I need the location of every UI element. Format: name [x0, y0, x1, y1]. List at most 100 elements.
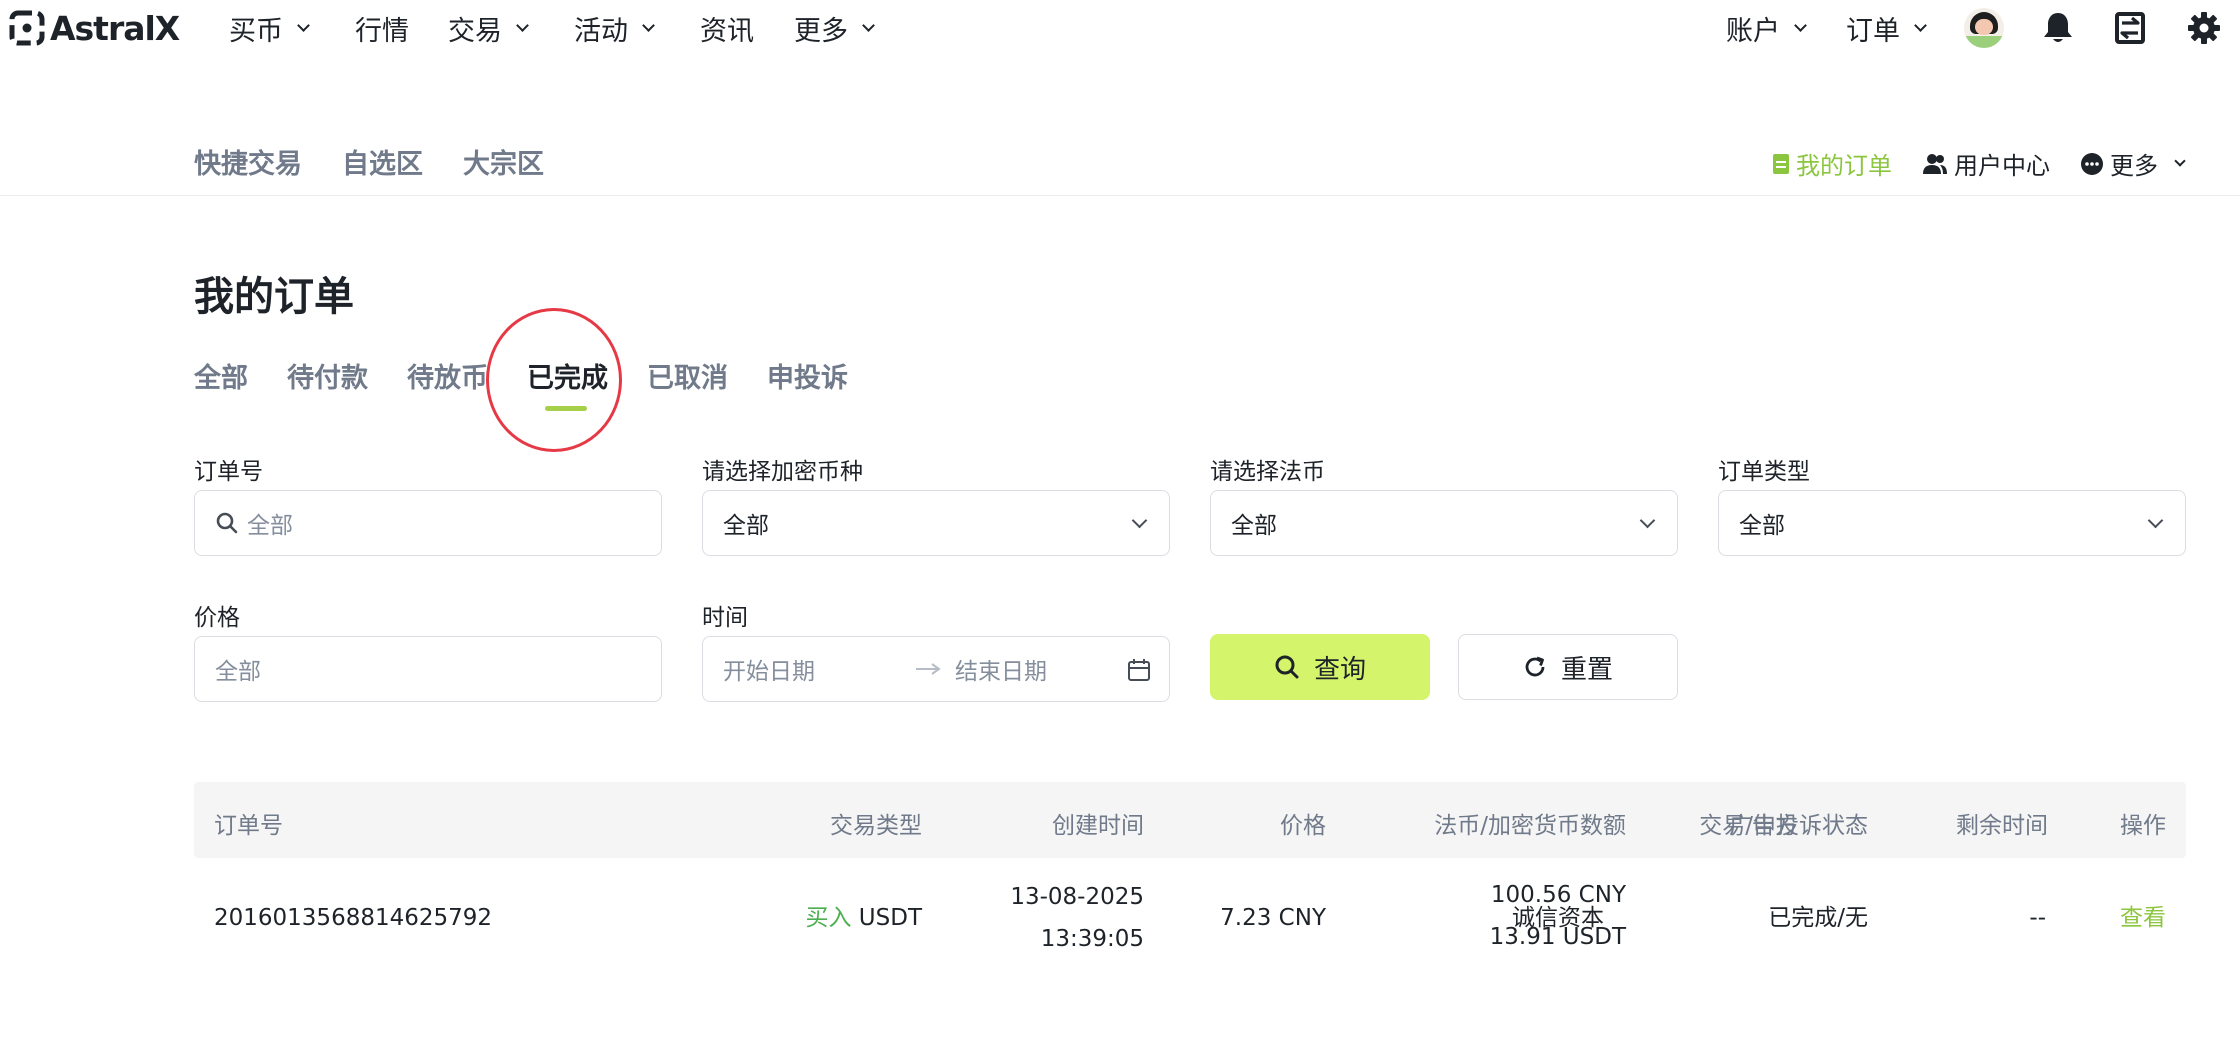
fiat-select[interactable]: 全部: [1210, 490, 1678, 556]
nav-label: 更多: [794, 15, 848, 47]
subnav-user-center[interactable]: 用户中心: [1922, 146, 2050, 181]
settings-button[interactable]: [2182, 6, 2226, 50]
table-row: 2016013568814625792 买入 USDT 13-08-2025 1…: [194, 858, 2186, 978]
trade-type-cell: 买入 USDT: [805, 897, 922, 939]
nav-label: 交易: [448, 15, 502, 47]
fiat-label: 请选择法币: [1210, 459, 1325, 485]
chevron-down-icon: [2147, 512, 2164, 529]
subnav-my-orders-label: 我的订单: [1796, 152, 1892, 180]
nav-buy-crypto[interactable]: 买币: [229, 10, 310, 47]
tab-all[interactable]: 全部: [194, 356, 248, 395]
chevron-down-icon: [1639, 512, 1656, 529]
tab-cancelled[interactable]: 已取消: [647, 356, 728, 395]
bell-icon: [2044, 13, 2072, 42]
status-cell: 已完成/无: [1768, 905, 1868, 931]
col-price: 价格: [1280, 813, 1326, 839]
chevron-down-icon: [2174, 155, 2186, 167]
side-label: 买入: [805, 905, 852, 931]
refresh-icon: [1525, 656, 1545, 677]
order-type-label: 订单类型: [1718, 459, 1810, 485]
tab-completed[interactable]: 已完成: [527, 356, 608, 395]
sub-navbar: 快捷交易 自选区 大宗区 我的订单 用户中心 更多: [0, 132, 2240, 196]
view-order-link[interactable]: 查看: [2120, 897, 2166, 939]
order-no-cell: 2016013568814625792: [214, 905, 493, 931]
nav-label: 活动: [574, 15, 628, 47]
col-action: 操作: [2120, 813, 2166, 839]
arrow-right-icon: [916, 663, 941, 675]
created-date-cell: 13-08-2025: [1010, 884, 1144, 910]
col-status: 交易/申投诉状态: [1699, 813, 1868, 839]
avatar-button[interactable]: [1962, 6, 2006, 50]
fiat-select-value: 全部: [1231, 513, 1277, 539]
calendar-icon: [1128, 659, 1150, 681]
date-range-picker[interactable]: 开始日期 结束日期: [702, 636, 1170, 702]
top-navbar: AstralX 买币 行情 交易 活动 资讯 更多 账户 订单: [0, 0, 2240, 56]
chevron-down-icon: [862, 18, 875, 32]
order-status-tabs: 全部 待付款 待放币 已完成 已取消 申投诉: [194, 356, 1094, 412]
created-time-cell: 13:39:05: [1040, 926, 1144, 952]
order-no-input[interactable]: 全部: [194, 490, 662, 556]
table-header: 订单号 交易类型 创建时间 价格 法币/加密货币数额 广告方 交易/申投诉状态 …: [194, 782, 2186, 858]
subnav-more[interactable]: 更多: [2080, 146, 2186, 181]
nav-account[interactable]: 账户: [1726, 10, 1807, 47]
subnav-block-trade[interactable]: 大宗区: [463, 142, 544, 181]
subnav-watchlist[interactable]: 自选区: [342, 142, 423, 181]
query-button-label: 查询: [1313, 654, 1366, 685]
chevron-down-icon: [1131, 512, 1148, 529]
col-trade-type: 交易类型: [830, 813, 922, 839]
order-no-label: 订单号: [194, 459, 263, 485]
avatar: [1964, 8, 2004, 48]
subnav-user-center-label: 用户中心: [1954, 152, 2050, 180]
subnav-my-orders[interactable]: 我的订单: [1772, 146, 1892, 181]
tab-pending-payment[interactable]: 待付款: [287, 356, 368, 395]
nav-news[interactable]: 资讯: [700, 10, 754, 47]
nav-markets[interactable]: 行情: [355, 10, 409, 47]
col-created-time: 创建时间: [1052, 813, 1144, 839]
col-amount: 法币/加密货币数额: [1434, 813, 1626, 839]
search-icon: [216, 512, 238, 534]
active-tab-indicator: [545, 406, 587, 411]
logo[interactable]: AstralX: [8, 8, 180, 48]
page-title: 我的订单: [194, 274, 354, 320]
query-button[interactable]: 查询: [1210, 634, 1430, 700]
nav-label: 行情: [355, 15, 409, 47]
price-input[interactable]: 全部: [194, 636, 662, 702]
tab-pending-release[interactable]: 待放币: [407, 356, 488, 395]
order-no-placeholder: 全部: [247, 513, 293, 539]
end-date-input[interactable]: 结束日期: [955, 652, 1047, 686]
order-type-select-value: 全部: [1739, 513, 1785, 539]
nav-activities[interactable]: 活动: [574, 10, 655, 47]
brand-name: AstralX: [50, 8, 180, 48]
crypto-select[interactable]: 全部: [702, 490, 1170, 556]
subnav-more-label: 更多: [2110, 152, 2158, 180]
asset-label: USDT: [858, 905, 922, 931]
nav-orders[interactable]: 订单: [1846, 10, 1927, 47]
nav-label: 资讯: [700, 15, 754, 47]
more-dots-icon: [2081, 152, 2103, 175]
deposit-icon: [2115, 12, 2145, 44]
deposit-button[interactable]: [2108, 6, 2152, 50]
advertiser-cell[interactable]: 诚信资本: [1512, 897, 1604, 939]
col-remaining: 剩余时间: [1956, 813, 2048, 839]
logo-icon: [9, 10, 45, 46]
search-icon: [1275, 655, 1299, 679]
chevron-down-icon: [642, 18, 655, 32]
time-label: 时间: [702, 605, 748, 631]
reset-button-label: 重置: [1560, 654, 1613, 685]
reset-button[interactable]: 重置: [1458, 634, 1678, 700]
nav-trade[interactable]: 交易: [448, 10, 529, 47]
users-icon: [1923, 153, 1947, 174]
nav-more[interactable]: 更多: [794, 10, 875, 47]
price-label: 价格: [194, 605, 240, 631]
crypto-select-value: 全部: [723, 513, 769, 539]
document-icon: [1773, 153, 1789, 174]
start-date-input[interactable]: 开始日期: [723, 652, 913, 686]
remaining-cell: --: [2029, 905, 2046, 931]
nav-label: 订单: [1846, 15, 1900, 47]
subnav-express-trade[interactable]: 快捷交易: [194, 142, 302, 181]
notification-button[interactable]: [2036, 6, 2080, 50]
chevron-down-icon: [297, 18, 310, 32]
chevron-down-icon: [1914, 18, 1927, 32]
order-type-select[interactable]: 全部: [1718, 490, 2186, 556]
tab-appeal[interactable]: 申投诉: [767, 356, 848, 395]
